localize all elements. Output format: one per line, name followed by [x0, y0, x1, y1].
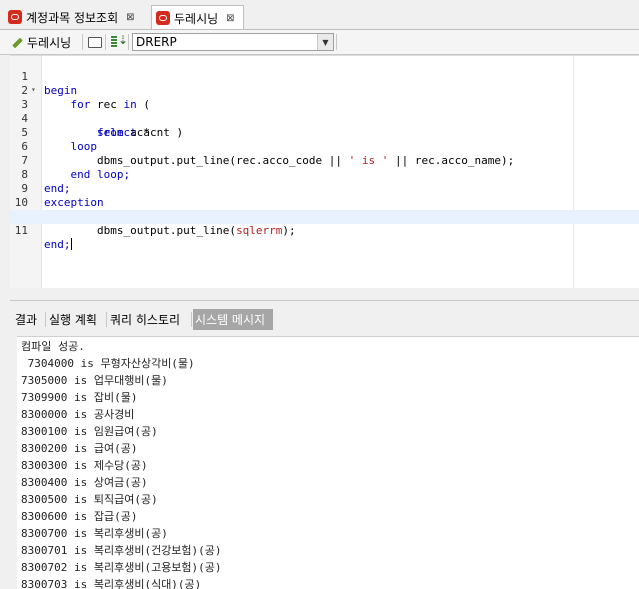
editor-toolbar: 두레시닝 DRERP ▼	[0, 30, 639, 55]
chevron-down-icon[interactable]: ▼	[317, 34, 333, 50]
code-line[interactable]: 7 end loop;	[10, 140, 639, 181]
database-download-icon	[110, 33, 128, 49]
code-line[interactable]: 9 exception	[10, 168, 639, 209]
output-line: 8300701 is 복리후생비(건강보험)(공)	[21, 544, 222, 557]
tab-label: 두레시닝	[174, 11, 219, 26]
tab-execution-plan[interactable]: 실행 계획	[47, 309, 105, 330]
folder-icon	[88, 36, 102, 48]
oracle-icon	[8, 10, 22, 24]
code-line[interactable]: 3 ▾ select *	[10, 83, 639, 139]
tab-results[interactable]: 결과	[13, 309, 43, 330]
connection-button[interactable]: 두레시닝	[10, 33, 71, 51]
sql-editor[interactable]: 1 begin 2 for rec in ( 3 ▾ select * 4 fr…	[10, 55, 639, 288]
code-line[interactable]: 4 from acacnt )	[10, 98, 639, 139]
code-line[interactable]: 10 when others then	[10, 182, 639, 223]
system-message-output[interactable]: 컴파일 성공. 7304000 is 무형자산상각비(물) 7305000 is…	[17, 336, 639, 589]
code-line[interactable]: 2 for rec in (	[10, 70, 639, 111]
output-line: 8300000 is 공사경비	[21, 408, 135, 421]
output-line: 7304000 is 무형자산상각비(물)	[21, 357, 195, 370]
output-line: 8300400 is 상여금(공)	[21, 476, 148, 489]
output-line: 7305000 is 업무대행비(물)	[21, 374, 168, 387]
output-line: 8300700 is 복리후생비(공)	[21, 527, 168, 540]
close-icon[interactable]: ⊠	[126, 12, 134, 23]
output-line: 8300702 is 복리후생비(고용보험)(공)	[21, 561, 222, 574]
schema-value: DRERP	[136, 35, 177, 49]
code-line[interactable]: 8 end;	[10, 154, 639, 195]
close-icon[interactable]: ⊠	[226, 13, 234, 24]
tab-dure-sining[interactable]: 두레시닝 ⊠	[151, 5, 244, 30]
tab-system-messages[interactable]: 시스템 메시지	[193, 309, 273, 330]
pencil-icon	[10, 35, 24, 49]
tab-label: 계정과목 정보조회	[26, 10, 119, 25]
pane-splitter[interactable]	[10, 288, 639, 308]
fold-toggle-icon[interactable]: ▾	[31, 83, 36, 97]
output-line: 7309900 is 잡비(물)	[21, 391, 138, 404]
schema-select[interactable]: DRERP ▼	[132, 33, 334, 51]
tab-query-history[interactable]: 쿼리 히스토리	[108, 309, 190, 330]
output-line: 8300600 is 잡급(공)	[21, 510, 138, 523]
tab-account-info[interactable]: 계정과목 정보조회 ⊠	[4, 5, 151, 29]
oracle-icon	[156, 11, 170, 25]
text-cursor	[70, 238, 72, 250]
code-line[interactable]: 6 dbms_output.put_line(rec.acco_code || …	[10, 126, 639, 167]
code-line[interactable]: 1 begin	[10, 56, 639, 97]
schema-button[interactable]	[110, 33, 128, 51]
output-line: 컴파일 성공.	[21, 340, 85, 353]
output-line: 8300500 is 퇴직급여(공)	[21, 493, 158, 506]
output-line: 8300100 is 임원급여(공)	[21, 425, 158, 438]
result-tab-bar: 결과 실행 계획 쿼리 히스토리 시스템 메시지	[10, 309, 639, 330]
code-line[interactable]: 11 dbms_output.put_line(sqlerrm);	[10, 196, 639, 237]
code-line-current[interactable]: 11 end;	[10, 210, 639, 251]
connection-label: 두레시닝	[27, 35, 72, 50]
document-tab-bar: 계정과목 정보조회 ⊠ 두레시닝 ⊠	[0, 0, 639, 30]
code-line[interactable]: 5 loop	[10, 112, 639, 153]
open-folder-button[interactable]	[88, 33, 102, 51]
output-line: 8300300 is 제수당(공)	[21, 459, 148, 472]
output-line: 8300703 is 복리후생비(식대)(공)	[21, 578, 202, 589]
output-line: 8300200 is 급여(공)	[21, 442, 138, 455]
